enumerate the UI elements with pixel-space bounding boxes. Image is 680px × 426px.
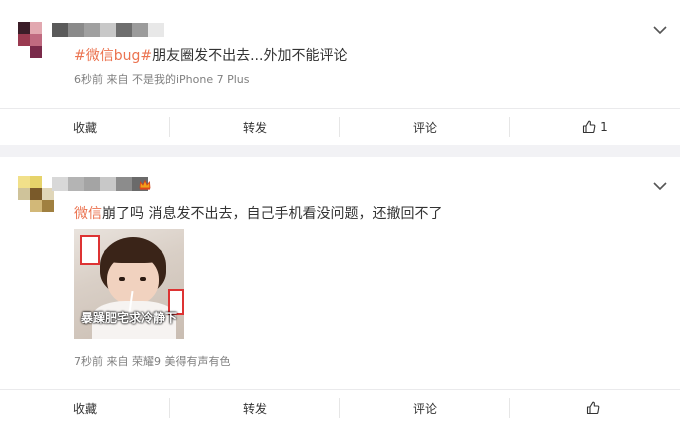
- repost-button[interactable]: 转发: [170, 109, 340, 145]
- comment-button[interactable]: 评论: [340, 390, 510, 426]
- collect-label: 收藏: [72, 401, 97, 416]
- comment-label: 评论: [412, 401, 437, 416]
- cup-shape: [80, 235, 100, 265]
- post-content: #微信bug#朋友圈发不出去...外加不能评论: [74, 45, 347, 65]
- username-pixelated[interactable]: [52, 177, 148, 191]
- collect-button[interactable]: 收藏: [0, 390, 170, 426]
- avatar[interactable]: [18, 176, 54, 212]
- action-bar: 收藏 转发 评论: [0, 389, 680, 426]
- collect-label: 收藏: [72, 120, 97, 135]
- eye-shape: [140, 277, 146, 281]
- repost-button[interactable]: 转发: [170, 390, 340, 426]
- like-button[interactable]: 1: [510, 109, 680, 145]
- post-meta: 7秒前 来自 荣耀9 美得有声有色: [74, 355, 231, 368]
- mention-link[interactable]: 微信: [74, 206, 102, 222]
- thumbs-up-icon: [586, 401, 600, 415]
- repost-label: 转发: [242, 401, 267, 416]
- like-button[interactable]: [510, 390, 680, 426]
- bang-shape: [104, 245, 162, 263]
- comment-label: 评论: [412, 120, 437, 135]
- eye-shape: [119, 277, 125, 281]
- collect-button[interactable]: 收藏: [0, 109, 170, 145]
- post-text: 朋友圈发不出去...外加不能评论: [152, 48, 348, 64]
- post-text: 崩了吗 消息发不出去，自己手机看没问题，还撤回不了: [102, 206, 443, 222]
- feed-card-1: #微信bug#朋友圈发不出去...外加不能评论 6秒前 来自 不是我的iPhon…: [0, 0, 680, 145]
- chevron-down-icon[interactable]: [652, 181, 668, 191]
- post-image[interactable]: 暴躁肥宅求冷静下: [74, 229, 184, 339]
- repost-label: 转发: [242, 120, 267, 135]
- username-pixelated[interactable]: [52, 23, 180, 37]
- chevron-down-icon[interactable]: [652, 25, 668, 35]
- thumbs-up-icon: [583, 120, 596, 134]
- action-bar: 收藏 转发 评论 1: [0, 108, 680, 145]
- image-caption: 暴躁肥宅求冷静下: [80, 311, 177, 325]
- post-meta: 6秒前 来自 不是我的iPhone 7 Plus: [74, 73, 250, 86]
- hashtag-link[interactable]: #微信bug#: [74, 48, 152, 64]
- post-content: 微信崩了吗 消息发不出去，自己手机看没问题，还撤回不了: [74, 203, 442, 223]
- comment-button[interactable]: 评论: [340, 109, 510, 145]
- vip-crown-icon: [139, 179, 151, 190]
- avatar[interactable]: [18, 22, 54, 58]
- like-count: 1: [600, 120, 608, 134]
